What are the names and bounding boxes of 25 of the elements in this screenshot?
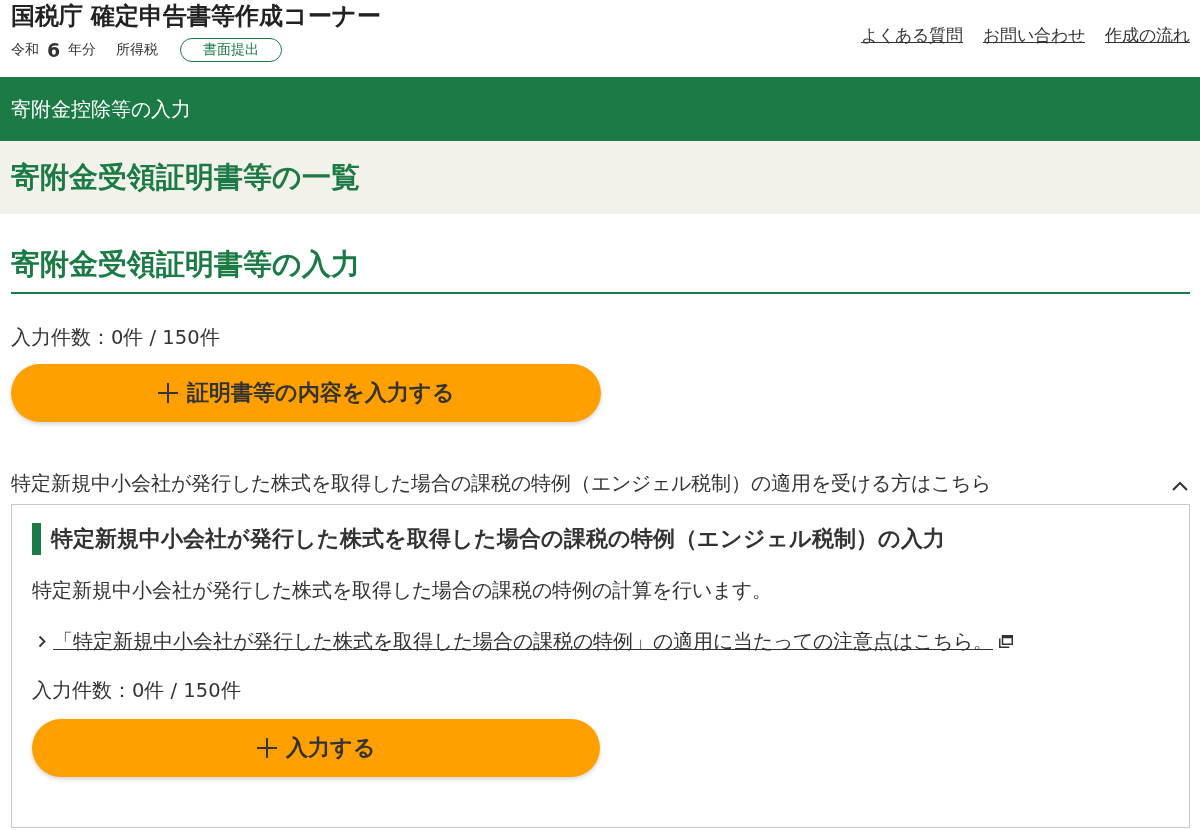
header-link[interactable]: 作成の流れ — [1105, 24, 1190, 47]
page-title: 寄附金受領証明書等の一覧 — [11, 158, 360, 196]
panel-description: 特定新規中小会社が発行した株式を取得した場合の課税の特例の計算を行います。 — [32, 578, 773, 604]
year-suffix: 年分 — [68, 41, 97, 59]
year-number: 6 — [47, 39, 61, 61]
accordion-header[interactable]: 特定新規中小会社が発行した株式を取得した場合の課税の特例（エンジェル税制）の適用を受ける方はこちら — [11, 468, 1190, 498]
section-heading: 寄附金受領証明書等の入力 — [11, 244, 1190, 294]
step-title: 寄附金控除等の入力 — [11, 96, 191, 123]
header-link[interactable]: よくある質問 — [861, 24, 963, 47]
plus-icon — [157, 382, 179, 404]
add-certificate-button[interactable]: 証明書等の内容を入力する — [11, 364, 601, 422]
add-entry-button[interactable]: 入力する — [32, 719, 600, 777]
chevron-right-icon — [38, 634, 47, 648]
header-link[interactable]: お問い合わせ — [983, 24, 1085, 47]
input-count: 入力件数：0件 / 150件 — [11, 325, 221, 351]
chevron-up-icon — [1172, 481, 1188, 491]
notes-link[interactable]: 「特定新規中小会社が発行した株式を取得した場合の課税の特例」の適用に当たっての注意点はこちら。 — [53, 627, 993, 655]
era-label: 令和 — [11, 41, 39, 59]
heading-accent-bar — [32, 523, 41, 555]
new-window-icon — [999, 634, 1013, 648]
panel-heading: 特定新規中小会社が発行した株式を取得した場合の課税の特例（エンジェル税制）の入力 — [51, 525, 945, 553]
input-count: 入力件数：0件 / 150件 — [32, 678, 242, 704]
plus-icon — [256, 737, 278, 759]
site-title: 国税庁 確定申告書等作成コーナー — [11, 2, 382, 30]
tax-type-label: 所得税 — [116, 41, 159, 59]
